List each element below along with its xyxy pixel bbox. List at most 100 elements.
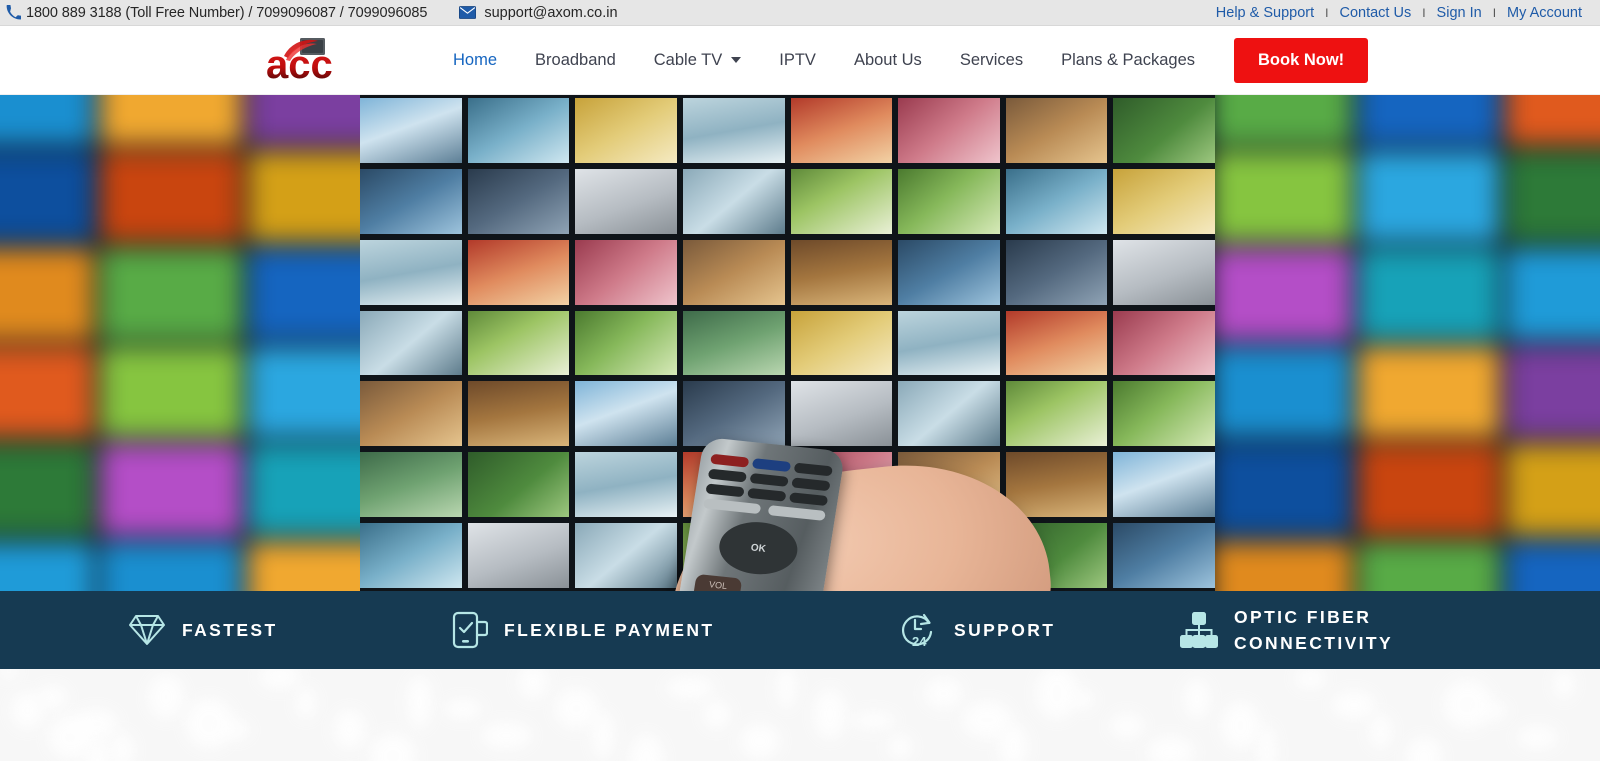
phone-number-text: 1800 889 3188 (Toll Free Number) / 70990… [26, 4, 428, 21]
background-blob [1110, 713, 1144, 739]
thumbnail-tile [898, 310, 1000, 376]
background-blob [1036, 669, 1078, 719]
site-header: acc Home Broadband Cable TV IPTV About U… [0, 26, 1600, 95]
thumbnail-tile [1113, 523, 1215, 588]
thumbnail-tile [898, 239, 1000, 305]
support-email-text: support@axom.co.in [484, 4, 618, 21]
nav-label-about-us: About Us [853, 50, 922, 69]
background-blob [111, 732, 134, 761]
background-blob [296, 687, 316, 719]
blurred-tile [1359, 151, 1499, 242]
nav-item-home[interactable]: Home [434, 51, 516, 70]
background-blob [1221, 702, 1260, 749]
nav-item-broadband[interactable]: Broadband [516, 51, 635, 70]
background-blob [999, 724, 1028, 761]
feature-flexible-payment: FLEXIBLE PAYMENT [452, 611, 715, 649]
nav-label-home: Home [453, 50, 498, 69]
blurred-tile [0, 542, 94, 591]
background-blob [925, 678, 962, 709]
feature-highlights-bar: FASTEST FLEXIBLE PAYMENT 24 SUPPORT OPTI… [0, 591, 1600, 669]
thumbnail-tile [467, 168, 570, 234]
thumbnail-tile [360, 452, 462, 518]
topbar-links-group: Help & Support I Contact Us I Sign In I … [1206, 0, 1592, 26]
blurred-tile [101, 249, 241, 340]
hero-blurred-left-panel [0, 95, 389, 591]
background-blob [1517, 726, 1558, 749]
thumbnail-tile [682, 239, 785, 305]
thumbnail-tile [360, 381, 462, 447]
link-help-support[interactable]: Help & Support [1206, 5, 1324, 21]
blurred-tile [0, 444, 94, 535]
topbar-contact-group: 1800 889 3188 (Toll Free Number) / 70990… [0, 5, 618, 21]
acc-logo-icon: acc [266, 38, 333, 84]
main-navigation: Home Broadband Cable TV IPTV About Us Se… [434, 37, 1369, 83]
blurred-tile [0, 95, 94, 144]
blurred-tile [0, 249, 94, 340]
nav-item-iptv[interactable]: IPTV [760, 51, 835, 70]
thumbnail-tile [1113, 239, 1215, 305]
thumbnail-tile [467, 98, 570, 163]
background-blob [0, 669, 18, 679]
blurred-tile [1211, 444, 1352, 535]
nav-item-plans-packages[interactable]: Plans & Packages [1042, 51, 1214, 70]
thumbnail-tile [1005, 168, 1108, 234]
thumbnail-tile [575, 239, 677, 305]
link-contact-us[interactable]: Contact Us [1329, 5, 1421, 21]
thumbnail-tile [1113, 168, 1215, 234]
blurred-tile [1359, 346, 1499, 437]
nav-label-broadband: Broadband [535, 50, 616, 69]
site-logo[interactable]: acc [262, 36, 412, 84]
thumbnail-tile [360, 168, 462, 234]
thumbnail-tile [1005, 239, 1108, 305]
nav-item-cable-tv[interactable]: Cable TV [635, 51, 760, 70]
background-blob [1295, 669, 1326, 689]
blurred-tile [1359, 249, 1499, 340]
book-now-button[interactable]: Book Now! [1234, 37, 1369, 83]
background-blob [888, 735, 912, 759]
background-blob [629, 734, 664, 761]
hand-with-remote-illustration: OK VOL [640, 425, 1061, 591]
nav-label-services: Services [959, 50, 1024, 69]
tv-remote-control: OK VOL [666, 436, 846, 591]
diamond-icon [128, 613, 166, 647]
feature-label-optic-fiber: OPTIC FIBER CONNECTIVITY [1234, 606, 1394, 653]
thumbnail-tile [360, 239, 462, 305]
thumbnail-tile [467, 452, 570, 518]
blurred-tile [1506, 444, 1600, 535]
link-my-account[interactable]: My Account [1497, 5, 1592, 21]
blurred-tile [0, 346, 94, 437]
thumbnail-tile [467, 523, 570, 588]
svg-text:24: 24 [912, 634, 927, 649]
chevron-down-icon [731, 57, 742, 63]
blurred-tile [1506, 151, 1600, 242]
background-blob [518, 669, 548, 699]
blurred-tile [1211, 249, 1352, 340]
thumbnail-tile [360, 523, 462, 588]
feature-support: 24 SUPPORT [898, 610, 1055, 650]
nav-item-services[interactable]: Services [941, 51, 1042, 70]
thumbnail-tile [575, 98, 677, 163]
blurred-tile [101, 151, 241, 242]
blurred-tile [1506, 542, 1600, 591]
background-blob [1480, 703, 1508, 719]
background-blob [1073, 690, 1094, 709]
link-sign-in[interactable]: Sign In [1427, 5, 1492, 21]
background-blob [1184, 679, 1210, 719]
page-content-below-fold [0, 669, 1600, 761]
blurred-tile [101, 346, 241, 437]
thumbnail-tile [575, 310, 677, 376]
background-blob [555, 688, 598, 729]
remote-volume-rocker: VOL [687, 573, 743, 591]
background-blob [370, 733, 416, 761]
background-blob [222, 721, 250, 739]
hero-banner: OK VOL [0, 95, 1600, 591]
blurred-tile [1359, 542, 1499, 591]
hero-blurred-right-panel [1211, 95, 1600, 591]
mobile-payment-icon [452, 611, 489, 649]
topbar-email-group[interactable]: support@axom.co.in [459, 4, 618, 21]
background-blob [259, 669, 300, 689]
blurred-tile [1506, 95, 1600, 144]
background-blob [444, 699, 482, 719]
nav-item-about-us[interactable]: About Us [835, 51, 941, 70]
feature-label-fastest: FASTEST [182, 619, 278, 640]
